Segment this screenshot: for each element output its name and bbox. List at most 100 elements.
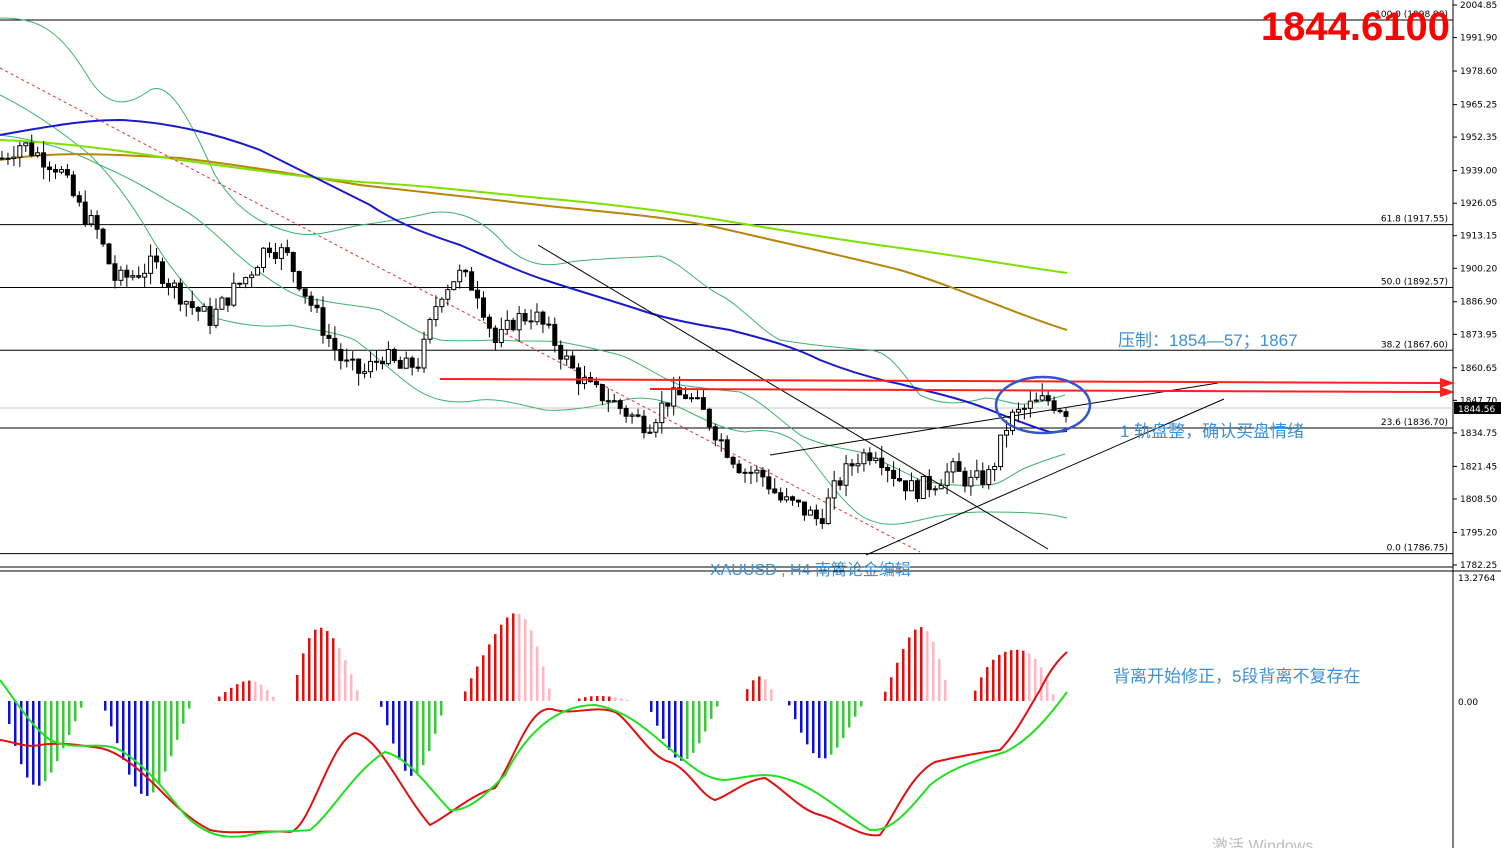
candle-body — [296, 270, 302, 290]
macd-bar — [914, 629, 917, 701]
candle-body — [219, 297, 225, 310]
candle-body — [908, 480, 914, 492]
candle-body — [700, 397, 706, 410]
macd-bar — [578, 698, 581, 701]
candle-body — [76, 195, 82, 203]
macd-bar — [380, 701, 383, 707]
candle-body — [772, 488, 778, 494]
macd-bar — [548, 688, 551, 701]
macd-bar — [272, 696, 275, 701]
candle-body — [558, 344, 564, 360]
macd-bar — [50, 701, 53, 773]
macd-bar — [488, 644, 491, 701]
macd-bar — [800, 701, 803, 733]
candle — [219, 295, 225, 310]
candle-body — [58, 169, 64, 173]
candle-body — [421, 338, 427, 369]
candle — [100, 227, 106, 247]
candle-body — [492, 327, 498, 344]
candle-body — [920, 475, 926, 500]
candle-body — [326, 334, 332, 339]
candle-body — [130, 275, 136, 278]
macd-bar — [602, 696, 605, 701]
symbol-timeframe-label: XAUUSD , H4 南篱论金编辑 — [710, 560, 911, 579]
macd-bar — [230, 687, 233, 701]
macd-bar — [236, 684, 239, 701]
fib-level-label: 50.0 (1892.57) — [1381, 277, 1448, 287]
candle-body — [760, 469, 766, 478]
macd-bar — [974, 690, 977, 701]
candle-body — [1015, 408, 1021, 413]
candle-body — [498, 328, 504, 344]
candle-body — [570, 355, 576, 369]
candle-body — [730, 456, 736, 465]
macd-bar — [908, 637, 911, 701]
candle-body — [849, 463, 855, 467]
consolidation-annotation: 1 轨盘整，确认买盘情绪 — [1120, 422, 1304, 441]
macd-bar — [1010, 650, 1013, 701]
macd-bar — [590, 696, 593, 701]
macd-bar — [218, 696, 221, 701]
macd-bar — [188, 701, 191, 709]
candle-body — [35, 152, 41, 156]
last-price-tag: 1844.56 — [1458, 405, 1495, 415]
macd-bar — [500, 624, 503, 701]
macd-bar — [80, 701, 83, 708]
candle-body — [742, 471, 748, 474]
candle-body — [427, 319, 433, 340]
candle-body — [504, 319, 510, 330]
candle-body — [998, 434, 1004, 467]
candle-body — [897, 477, 903, 482]
windows-watermark: 激活 Windows — [1212, 837, 1313, 848]
macd-bar — [584, 697, 587, 701]
macd-top-label: 13.2764 — [1458, 574, 1495, 584]
candle-body — [88, 215, 94, 225]
candle-body — [154, 255, 160, 263]
candle-body — [873, 457, 879, 462]
candle-body — [136, 275, 142, 278]
macd-bar — [674, 701, 677, 758]
candle — [914, 478, 920, 503]
candle-body — [516, 312, 522, 331]
candle-body — [17, 145, 23, 158]
macd-bar — [1016, 649, 1019, 701]
macd-bar — [668, 701, 671, 750]
candle-body — [52, 169, 58, 173]
macd-bar — [854, 701, 857, 717]
candle-body — [683, 394, 689, 400]
candle-body — [118, 269, 124, 281]
candle-body — [368, 360, 374, 373]
candle-body — [469, 271, 475, 291]
candle-body — [611, 400, 617, 403]
macd-bar — [56, 701, 59, 762]
macd-bar — [242, 681, 245, 701]
candle-body — [266, 247, 272, 253]
price-tick-label: 2004.85 — [1460, 1, 1497, 11]
candle-body — [671, 387, 677, 407]
macd-bar — [824, 701, 827, 759]
candle-body — [819, 518, 825, 525]
macd-bar — [524, 619, 527, 701]
price-tick-label: 1873.95 — [1460, 330, 1497, 340]
candle-body — [124, 269, 130, 278]
candle-body — [195, 307, 201, 312]
candle-body — [308, 295, 314, 306]
candle-body — [385, 348, 391, 365]
macd-bar — [758, 676, 761, 701]
candle-body — [5, 157, 11, 160]
macd-bar — [146, 701, 149, 796]
macd-bar — [74, 701, 77, 722]
macd-bar — [596, 695, 599, 701]
candle-body — [736, 463, 742, 474]
macd-bar — [944, 679, 947, 701]
candle-body — [552, 323, 558, 346]
macd-bar — [416, 701, 419, 774]
macd-bar — [506, 617, 509, 701]
candle-body — [593, 381, 599, 386]
candle-body — [433, 306, 439, 321]
candle-body — [391, 348, 397, 362]
candle-body — [1039, 395, 1045, 401]
candle-body — [689, 397, 695, 400]
candle-body — [320, 307, 326, 336]
candle-body — [1033, 399, 1039, 402]
